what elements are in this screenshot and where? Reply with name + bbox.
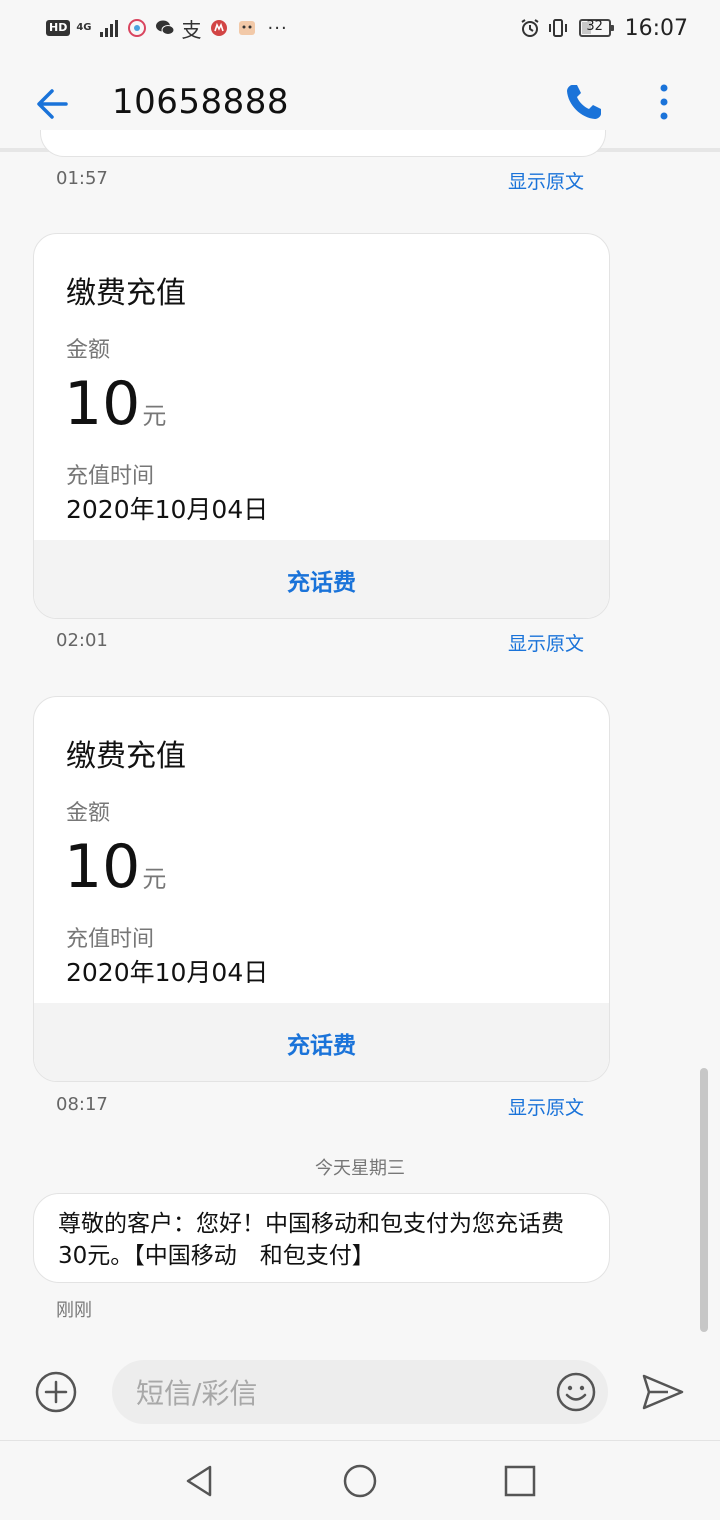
cat-app-icon — [238, 21, 255, 35]
network-type: 4G — [76, 22, 92, 33]
status-bar: HD 4G 支 ··· 32 16:07 — [0, 0, 720, 56]
signal-icon — [99, 20, 118, 37]
nav-home-icon[interactable] — [342, 1463, 378, 1499]
amount-label: 金额 — [66, 338, 111, 363]
message-time: 刚刚 — [56, 1300, 92, 1321]
battery-icon: 32 — [578, 19, 614, 37]
date-label: 充值时间 — [66, 927, 155, 952]
system-nav-bar — [0, 1440, 720, 1520]
back-arrow-icon[interactable] — [30, 80, 78, 128]
message-bubble[interactable]: 尊敬的客户：您好！中国移动和包支付为您充话费30元。【中国移动 和包支付】 — [33, 1193, 610, 1283]
date-value: 2020年10月04日 — [66, 495, 269, 524]
amount-number: 10 — [64, 369, 141, 439]
nav-recent-apps-icon[interactable] — [502, 1463, 538, 1499]
status-time: 16:07 — [624, 15, 688, 41]
vibrate-icon — [548, 19, 567, 37]
message-input-wrapper — [112, 1360, 608, 1426]
day-divider: 今天星期三 — [315, 1158, 405, 1179]
send-icon[interactable] — [638, 1370, 686, 1414]
recharge-button[interactable]: 充话费 — [34, 1003, 609, 1081]
conversation-title: 10658888 — [112, 82, 290, 122]
amount-value: 10元 — [64, 368, 166, 452]
amount-number: 10 — [64, 832, 141, 902]
show-original-link[interactable]: 显示原文 — [508, 1093, 584, 1120]
payment-card: 缴费充值 金额 10元 充值时间 2020年10月04日 充话费 — [33, 696, 610, 1082]
show-original-link[interactable]: 显示原文 — [508, 629, 584, 656]
phone-icon[interactable] — [560, 78, 608, 126]
alarm-icon — [521, 19, 539, 37]
nav-back-icon[interactable] — [182, 1463, 218, 1499]
battery-level: 32 — [586, 19, 603, 34]
status-right: 32 16:07 — [519, 14, 720, 42]
composer-bar — [0, 1350, 720, 1440]
status-left: HD 4G 支 ··· — [46, 14, 288, 42]
amount-value: 10元 — [64, 831, 166, 915]
alipay-icon: 支 — [181, 17, 202, 42]
amount-unit: 元 — [142, 865, 167, 893]
app-notification-icon — [127, 19, 146, 37]
message-time: 08:17 — [56, 1094, 108, 1115]
card-title: 缴费充值 — [66, 276, 186, 311]
more-vertical-icon[interactable] — [646, 78, 682, 126]
amount-unit: 元 — [142, 402, 167, 430]
show-original-link[interactable]: 显示原文 — [508, 167, 584, 194]
date-value: 2020年10月04日 — [66, 958, 269, 987]
message-time: 02:01 — [56, 630, 108, 651]
emoji-icon[interactable] — [554, 1370, 598, 1414]
payment-card: 缴费充值 金额 10元 充值时间 2020年10月04日 充话费 — [33, 233, 610, 619]
card-title: 缴费充值 — [66, 739, 186, 774]
recharge-button[interactable]: 充话费 — [34, 540, 609, 618]
add-attachment-icon[interactable] — [34, 1370, 78, 1414]
hd-badge: HD — [46, 20, 71, 36]
bank-app-icon — [210, 20, 227, 36]
more-notifications-icon: ··· — [267, 17, 288, 39]
previous-message-card — [40, 130, 606, 157]
scrollbar[interactable] — [700, 1068, 708, 1332]
date-label: 充值时间 — [66, 464, 155, 489]
amount-label: 金额 — [66, 801, 111, 826]
message-input[interactable] — [134, 1360, 538, 1426]
message-time: 01:57 — [56, 168, 108, 189]
wechat-icon — [155, 20, 175, 35]
